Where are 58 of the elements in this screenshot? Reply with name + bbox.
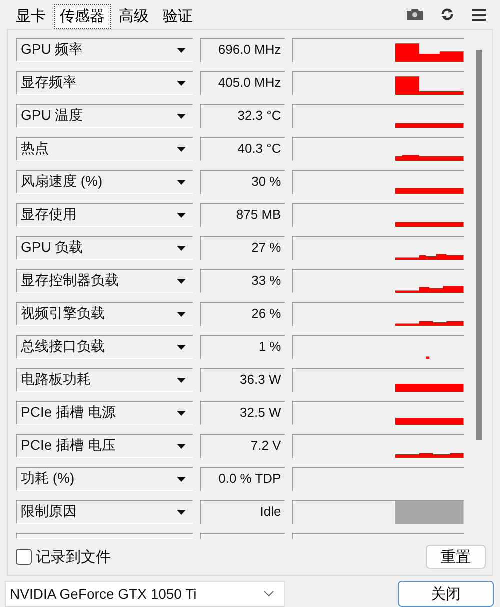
caret-icon xyxy=(176,180,186,184)
caret-icon xyxy=(176,246,186,250)
tab[interactable]: 传感器 xyxy=(54,4,111,29)
caret-icon xyxy=(176,476,186,482)
sensor-value: 33 % xyxy=(200,269,286,293)
sensor-value: 405.0 MHz xyxy=(200,71,286,95)
sensor-value: 32.5 W xyxy=(200,401,286,425)
camera-icon[interactable] xyxy=(407,9,423,20)
close-button[interactable]: 关闭 xyxy=(398,581,494,607)
sensor-dropdown[interactable]: 显存频率 xyxy=(16,71,193,95)
sensor-dropdown[interactable]: 风扇速度 (%) xyxy=(16,170,193,194)
caret-icon xyxy=(176,146,186,152)
caret-icon xyxy=(176,410,186,416)
caret-icon xyxy=(176,444,186,448)
sensor-value: 26 % xyxy=(200,302,286,326)
sensor-dropdown[interactable]: GPU 负载 xyxy=(16,236,193,260)
sensor-dropdown[interactable]: 显存使用 xyxy=(16,203,193,227)
checkbox[interactable] xyxy=(16,549,32,565)
caret-icon xyxy=(176,278,186,284)
sensor-value: 875 MB xyxy=(200,203,286,227)
sensor-dropdown[interactable]: PCIe 插槽 电压 xyxy=(16,434,193,458)
chevron-icon xyxy=(264,591,274,597)
caret-icon xyxy=(176,510,186,514)
sensor-dropdown[interactable]: 功耗 (%) xyxy=(16,467,193,491)
sensor-dropdown[interactable]: 视频引擎负载 xyxy=(16,302,193,326)
sensor-value: 32.3 °C xyxy=(200,104,286,128)
caret-icon xyxy=(176,48,186,52)
sensor-dropdown[interactable]: GPU 温度 xyxy=(16,104,193,128)
caret-icon xyxy=(176,114,186,118)
log-checkbox[interactable]: 记录到文件 xyxy=(16,548,111,566)
scrollbar[interactable] xyxy=(476,50,482,440)
refresh-icon[interactable] xyxy=(441,8,454,21)
sensor-dropdown[interactable]: 电路板功耗 xyxy=(16,368,193,392)
checkbox-label: 记录到文件 xyxy=(36,548,111,566)
sensor-value: 7.2 V xyxy=(200,434,286,458)
gpu-select[interactable]: NVIDIA GeForce GTX 1050 Ti xyxy=(5,581,285,607)
sensor-dropdown[interactable] xyxy=(16,533,193,539)
caret-icon xyxy=(176,378,186,382)
caret-icon xyxy=(176,344,186,350)
sensor-dropdown[interactable]: PCIe 插槽 电源 xyxy=(16,401,193,425)
sensor-dropdown[interactable]: 显存控制器负载 xyxy=(16,269,193,293)
sensor-value: 30 % xyxy=(200,170,286,194)
sensor-value: 40.3 °C xyxy=(200,137,286,161)
sensor-dropdown[interactable]: 限制原因 xyxy=(16,500,193,524)
sensor-value: 696.0 MHz xyxy=(200,38,286,62)
sensor-dropdown[interactable]: 总线接口负载 xyxy=(16,335,193,359)
sensor-value: 36.3 W xyxy=(200,368,286,392)
sensor-value: 1 % xyxy=(200,335,286,359)
sensor-dropdown[interactable]: GPU 频率 xyxy=(16,38,193,62)
sensor-value: Idle xyxy=(200,500,286,524)
caret-icon xyxy=(176,212,186,218)
sensor-value: 0.0 % TDP xyxy=(200,467,286,491)
menu-icon[interactable] xyxy=(472,8,486,20)
sensor-value: 27 % xyxy=(200,236,286,260)
sensor-dropdown[interactable]: 热点 xyxy=(16,137,193,161)
reset-button[interactable]: 重置 xyxy=(426,545,486,569)
caret-icon xyxy=(176,312,186,316)
caret-icon xyxy=(176,80,186,86)
